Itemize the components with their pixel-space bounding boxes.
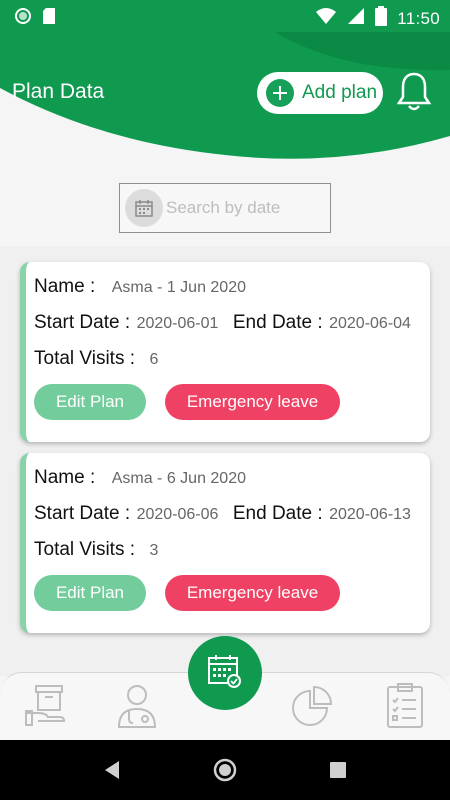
total-visits-value: 6 [149, 351, 159, 368]
total-visits-label: Total Visits : [34, 348, 136, 369]
start-date-label: Start Date : [34, 503, 131, 524]
notification-dot-icon [14, 7, 32, 30]
start-date-label: Start Date : [34, 312, 131, 333]
plan-card: Name : Asma - 1 Jun 2020 Start Date : 20… [20, 262, 430, 442]
name-value: Asma - 1 Jun 2020 [111, 279, 246, 296]
recents-icon[interactable] [329, 761, 347, 784]
calendar-check-icon [207, 653, 243, 694]
end-date-value: 2020-06-04 [329, 315, 411, 332]
system-navigation-bar [0, 740, 450, 800]
home-icon[interactable] [213, 758, 237, 787]
signal-icon [347, 7, 365, 30]
plus-icon [266, 79, 294, 107]
status-time: 11:50 [397, 8, 440, 28]
status-bar: 11:50 [0, 0, 450, 32]
name-label: Name : [34, 276, 96, 297]
add-plan-label: Add plan [302, 82, 378, 103]
end-date-label: End Date : [232, 503, 323, 524]
edit-plan-button[interactable]: Edit Plan [34, 384, 146, 420]
back-icon[interactable] [103, 760, 121, 785]
wifi-icon [315, 7, 337, 30]
page-title: Plan Data [12, 80, 105, 103]
clipboard-checklist-icon[interactable] [384, 683, 426, 734]
plan-card: Name : Asma - 6 Jun 2020 Start Date : 20… [20, 453, 430, 633]
edit-plan-button[interactable]: Edit Plan [34, 575, 146, 611]
sd-card-icon [42, 7, 56, 30]
notification-bell-icon[interactable] [395, 70, 433, 117]
search-box [119, 183, 331, 233]
end-date-value: 2020-06-13 [329, 506, 411, 523]
calendar-icon[interactable] [125, 189, 163, 227]
doctor-icon[interactable] [114, 683, 160, 734]
box-hand-icon[interactable] [24, 683, 70, 734]
end-date-label: End Date : [232, 312, 323, 333]
name-value: Asma - 6 Jun 2020 [111, 470, 246, 487]
total-visits-value: 3 [149, 542, 159, 559]
emergency-leave-button[interactable]: Emergency leave [165, 384, 340, 420]
name-label: Name : [34, 467, 96, 488]
search-date-input[interactable] [166, 194, 326, 222]
pie-chart-icon[interactable] [290, 683, 336, 734]
total-visits-label: Total Visits : [34, 539, 136, 560]
battery-icon [375, 6, 388, 31]
start-date-value: 2020-06-06 [136, 506, 219, 523]
emergency-leave-button[interactable]: Emergency leave [165, 575, 340, 611]
start-date-value: 2020-06-01 [136, 315, 219, 332]
add-plan-button[interactable]: Add plan [257, 72, 383, 114]
calendar-check-fab[interactable] [188, 636, 262, 710]
